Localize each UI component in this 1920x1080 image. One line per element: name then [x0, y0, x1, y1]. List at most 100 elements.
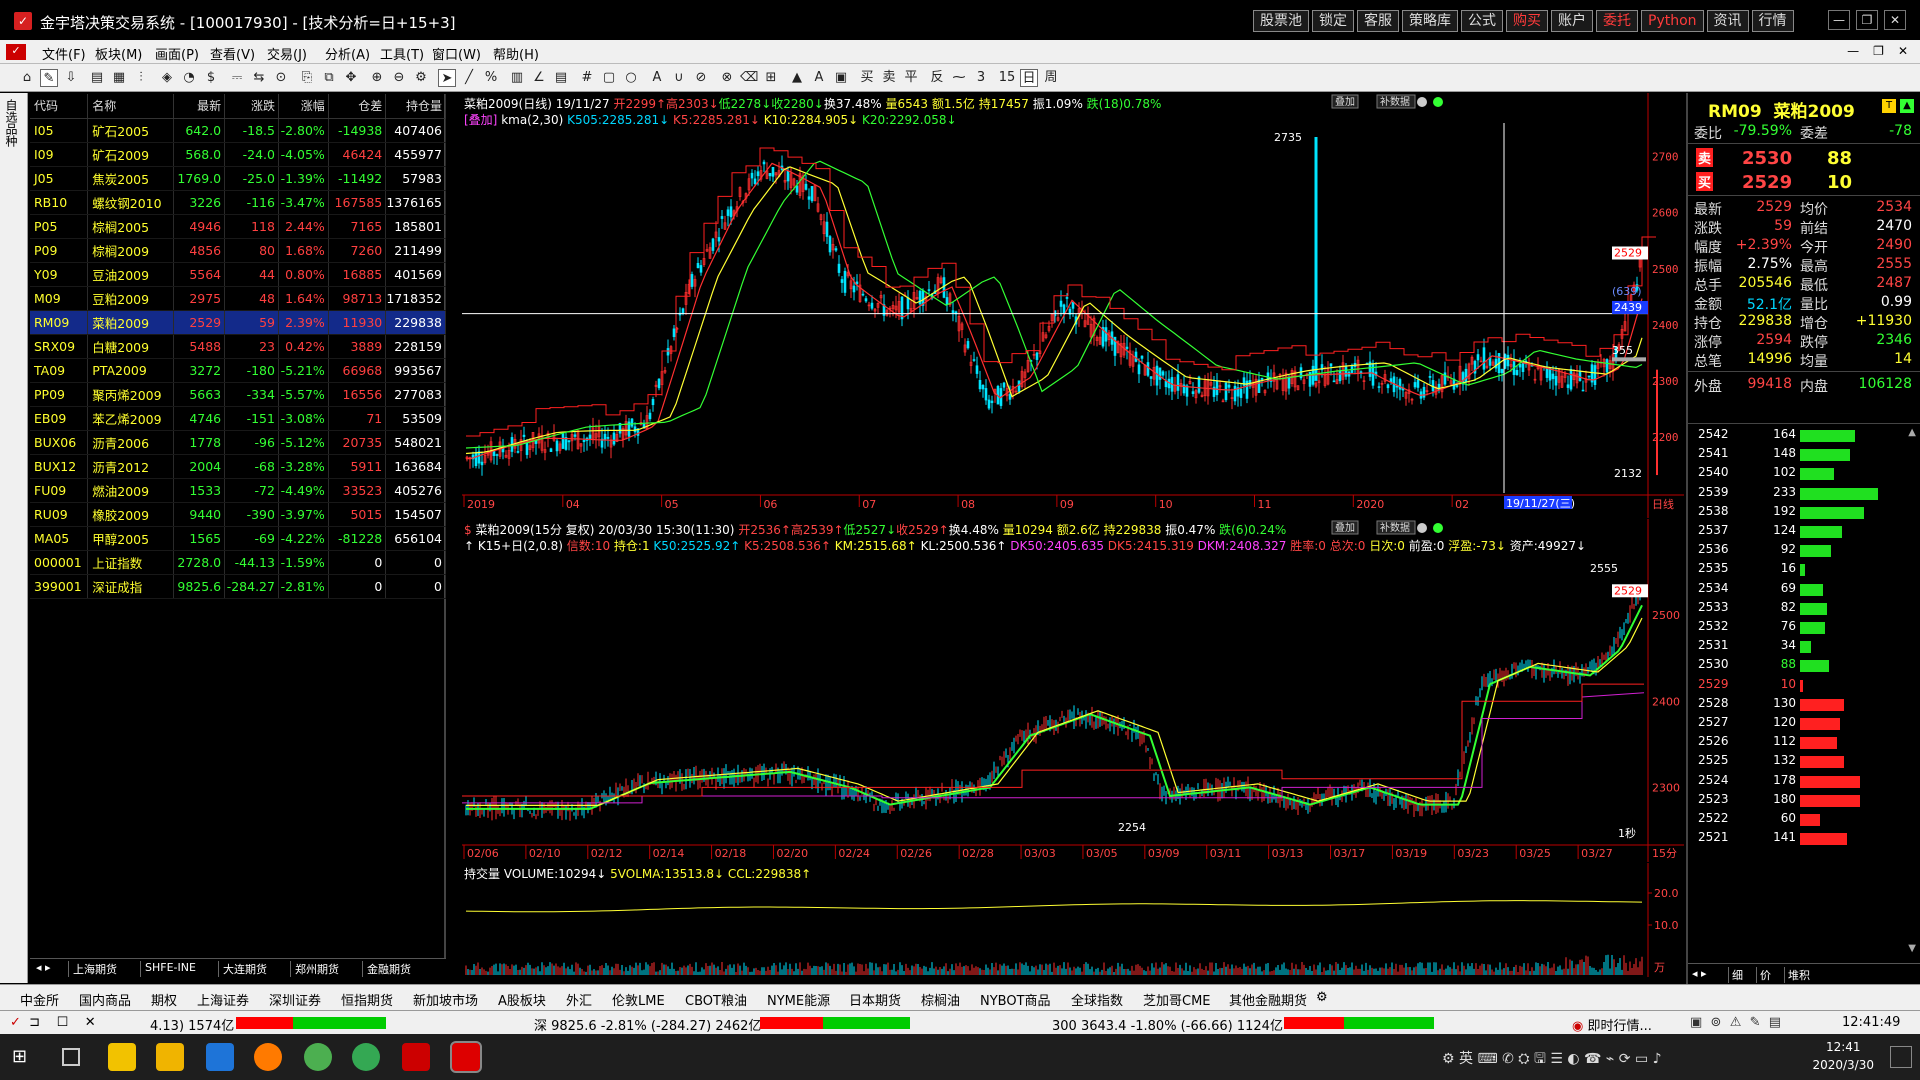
top-button[interactable]: 锁定	[1312, 10, 1354, 32]
watchlist-column-header[interactable]: 名称	[87, 94, 174, 119]
watchlist-row[interactable]: 000001 上证指数 2728.0 -44.13 -1.59% 0 0	[30, 550, 446, 575]
tray-icons[interactable]: ⚙ 英 ⌨ ✆ ⛭ 🖫 ☰ ◐ ☎ ⌁ ⟳ ▭ ♪	[1442, 1048, 1662, 1072]
exchange-tab[interactable]: 大连期货	[218, 961, 271, 977]
volume-panel[interactable]: 持交量 VOLUME:10294↓ 5VOLMA:13513.8↓ CCL:22…	[462, 863, 1684, 977]
menu-item[interactable]: 画面(P)	[155, 44, 199, 63]
market-tab[interactable]: 外汇	[566, 990, 592, 1009]
player-app-icon[interactable]	[108, 1043, 136, 1071]
notification-icon[interactable]	[1890, 1046, 1912, 1068]
watchlist-row[interactable]: MA05 甲醇2005 1565 -69 -4.22% -81228 656104	[30, 526, 446, 551]
watchlist-column-header[interactable]: 持仓量	[385, 94, 446, 119]
watchlist-row[interactable]: PP09 聚丙烯2009 5663 -334 -5.57% 16556 277083	[30, 382, 446, 407]
mdi-minimize-icon[interactable]: —	[1847, 44, 1859, 58]
trading-app-active-icon[interactable]	[450, 1041, 482, 1073]
watchlist-row[interactable]: RU09 橡胶2009 9440 -390 -3.97% 5015 154507	[30, 502, 446, 527]
restore-icon[interactable]: ❐	[1856, 10, 1878, 30]
firefox-icon[interactable]	[254, 1043, 282, 1071]
market-tab[interactable]: 国内商品	[79, 990, 131, 1009]
toolbar-tool-icon[interactable]: ∠	[530, 69, 548, 87]
market-tab[interactable]: 上海证券	[197, 990, 249, 1009]
arrow-up-icon[interactable]: ▲	[1900, 99, 1914, 113]
toolbar-tool-icon[interactable]: ⎓	[228, 69, 246, 87]
market-tab[interactable]: NYME能源	[767, 990, 830, 1009]
chrome-2-icon[interactable]	[352, 1043, 380, 1071]
watchlist-row[interactable]: TA09 PTA2009 3272 -180 -5.21% 66968 993567	[30, 358, 446, 383]
top-button[interactable]: 策略库	[1402, 10, 1458, 32]
daily-chart-panel[interactable]: 菜粕2009(日线) 19/11/27 开2299↑高2303↓低2278↓收2…	[462, 93, 1684, 518]
top-button[interactable]: Python	[1641, 10, 1704, 32]
watchlist-column-header[interactable]: 最新	[173, 94, 226, 119]
toolbar-tool-icon[interactable]: ⌫	[740, 69, 758, 87]
daily-chart-svg[interactable]: 2700 2600 2500 2400 2300 2200 2019 04 05 06 07 08 09…	[462, 93, 1684, 518]
market-tab[interactable]: 期权	[151, 990, 177, 1009]
toolbar-tool-icon[interactable]: ⊙	[272, 69, 290, 87]
quote-tab[interactable]: 细	[1728, 967, 1746, 983]
left-side-tab[interactable]: 自选品种	[0, 93, 28, 983]
min15-chart-svg[interactable]: 2500 2400 2300 02/06 02/10 02/12 02/14 02/18 02/…	[462, 519, 1684, 862]
toolbar-tool-icon[interactable]: ⇩	[62, 69, 80, 87]
trading-app-icon[interactable]	[402, 1043, 430, 1071]
toolbar-tool-icon[interactable]: ➤	[438, 69, 456, 87]
toolbar-tool-icon[interactable]: ▤	[552, 69, 570, 87]
taskbar-clock[interactable]: 12:41 2020/3/30	[1812, 1038, 1874, 1074]
toolbar-tool-icon[interactable]: ▥	[508, 69, 526, 87]
top-button[interactable]: 行情	[1751, 10, 1794, 32]
volume-chart-svg[interactable]: 20.0 10.0 万	[462, 863, 1684, 977]
toolbar-tool-icon[interactable]: ∪	[670, 69, 688, 87]
toolbar-tool-icon[interactable]: %	[482, 69, 500, 87]
watchlist-row[interactable]: RM09 菜粕2009 2529 59 2.39% 11930 229838	[30, 310, 446, 335]
toolbar-tool-icon[interactable]: 日	[1020, 69, 1038, 87]
market-tab[interactable]: 伦敦LME	[612, 990, 665, 1009]
toolbar-tool-icon[interactable]: ⊕	[368, 69, 386, 87]
quote-tab[interactable]: 堆积	[1784, 967, 1813, 983]
top-button[interactable]: 购买	[1506, 10, 1548, 32]
toolbar-tool-icon[interactable]: 周	[1042, 69, 1060, 87]
toolbar-tool-icon[interactable]: 15	[998, 69, 1016, 87]
menu-item[interactable]: 查看(V)	[210, 44, 255, 63]
quote-tab[interactable]: 价	[1756, 967, 1774, 983]
top-button[interactable]: 公式	[1461, 10, 1503, 32]
min15-chart-panel[interactable]: $ 菜粕2009(15分 复权) 20/03/30 15:30(11:30) 开…	[462, 519, 1684, 862]
market-tab[interactable]: 中金所	[20, 990, 59, 1009]
market-tab[interactable]: 芝加哥CME	[1143, 990, 1211, 1009]
file-explorer-icon[interactable]	[156, 1043, 184, 1071]
toolbar-tool-icon[interactable]: ⊖	[390, 69, 408, 87]
watchlist-row[interactable]: 399001 深证成指 9825.6 -284.27 -2.81% 0 0	[30, 574, 446, 599]
toolbar-tool-icon[interactable]: $	[202, 69, 220, 87]
toolbar-tool-icon[interactable]: ⇆	[250, 69, 268, 87]
min15-gear-icon[interactable]	[1417, 523, 1427, 533]
windows-start-icon[interactable]: ⊞	[12, 1046, 34, 1068]
watchlist-row[interactable]: Y09 豆油2009 5564 44 0.80% 16885 401569	[30, 262, 446, 287]
menu-item[interactable]: 窗口(W)	[432, 44, 481, 63]
market-tab[interactable]: 深圳证券	[269, 990, 321, 1009]
toolbar-tool-icon[interactable]: ⫶	[132, 69, 150, 87]
mdi-close-icon[interactable]: ✕	[1898, 44, 1908, 58]
toolbar-tool-icon[interactable]: ◔	[180, 69, 198, 87]
toolbar-tool-icon[interactable]: ▤	[88, 69, 106, 87]
market-tab[interactable]: 全球指数	[1071, 990, 1123, 1009]
scroll-up-icon[interactable]: ▲	[1908, 427, 1916, 438]
quote-tab-arrows[interactable]: ◂ ▸	[1692, 967, 1707, 980]
watchlist-row[interactable]: BUX12 沥青2012 2004 -68 -3.28% 5911 163684	[30, 454, 446, 479]
toolbar-tool-icon[interactable]: 平	[902, 69, 920, 87]
tab-settings-icon[interactable]: ⚙	[1316, 990, 1328, 1005]
watchlist-scroll-arrows[interactable]: ◂ ▸	[32, 961, 55, 977]
toolbar-tool-icon[interactable]: ╱	[460, 69, 478, 87]
market-tab[interactable]: 新加坡市场	[413, 990, 478, 1009]
toolbar-tool-icon[interactable]: ○	[622, 69, 640, 87]
watchlist-row[interactable]: BUX06 沥青2006 1778 -96 -5.12% 20735 548021	[30, 430, 446, 455]
toolbar-tool-icon[interactable]: ◈	[158, 69, 176, 87]
status-tool-icons[interactable]: ▣ ⊚ ⚠ ✎ ▤	[1690, 1015, 1781, 1030]
menu-item[interactable]: 工具(T)	[380, 44, 424, 63]
toolbar-tool-icon[interactable]: 3	[972, 69, 990, 87]
top-button[interactable]: 委托	[1596, 10, 1638, 32]
toolbar-tool-icon[interactable]: 反	[928, 69, 946, 87]
menu-item[interactable]: 板块(M)	[95, 44, 142, 63]
market-tab[interactable]: 恒指期货	[341, 990, 393, 1009]
status-realtime-link[interactable]: ◉ 即时行情...	[1572, 1015, 1652, 1034]
toolbar-tool-icon[interactable]: ▢	[600, 69, 618, 87]
toolbar-tool-icon[interactable]: #	[578, 69, 596, 87]
watchlist-row[interactable]: I09 矿石2009 568.0 -24.0 -4.05% 46424 455977	[30, 142, 446, 167]
toolbar-tool-icon[interactable]: ✥	[342, 69, 360, 87]
toolbar-tool-icon[interactable]: ⚙	[412, 69, 430, 87]
